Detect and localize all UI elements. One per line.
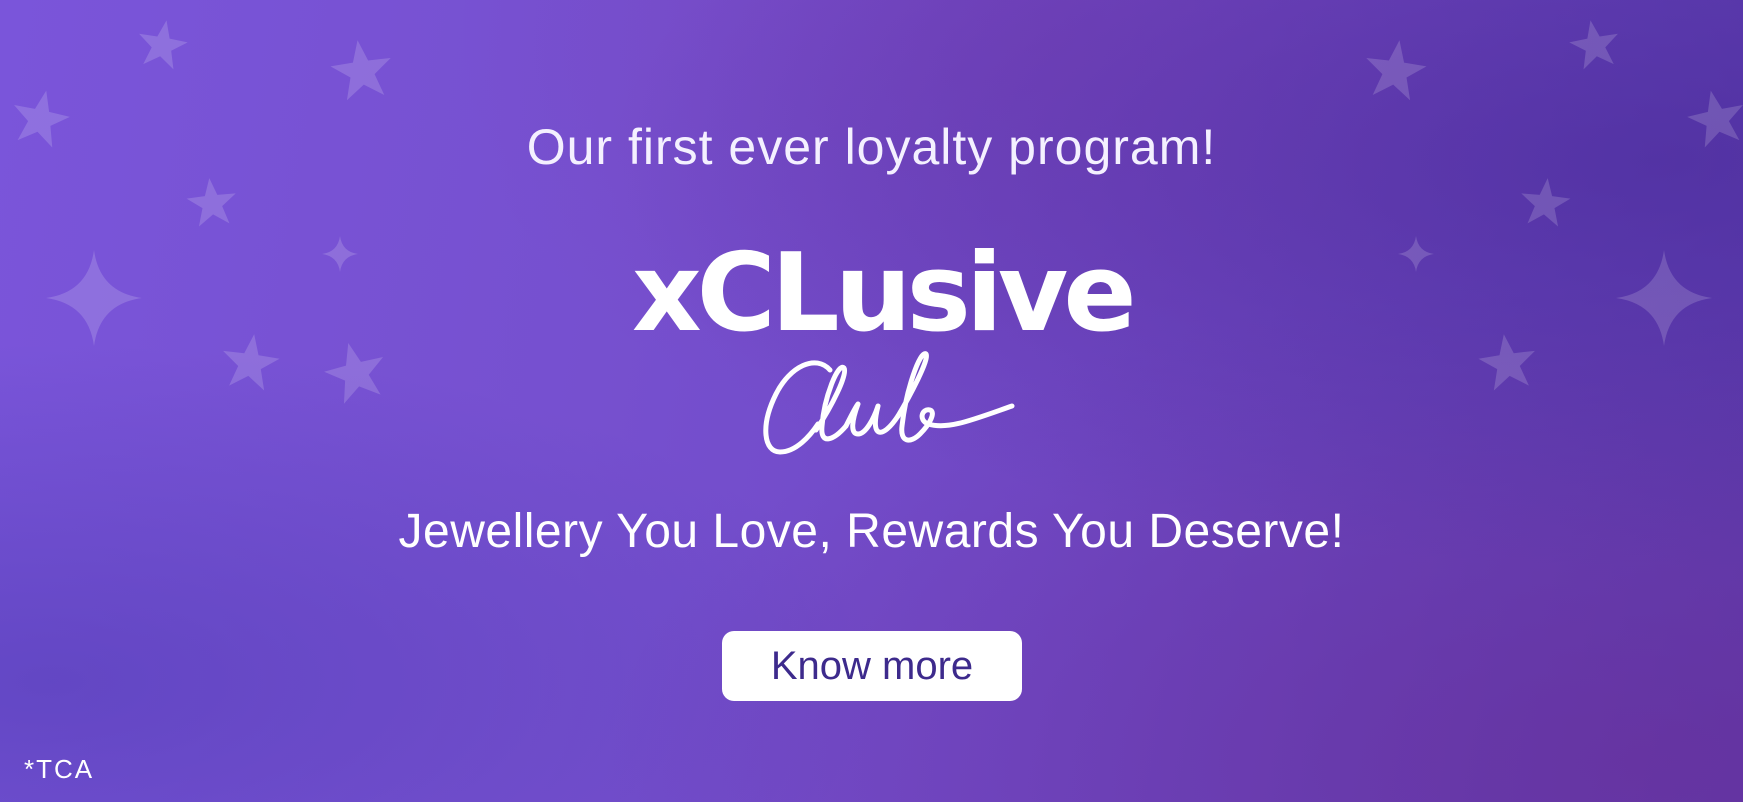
sparkle-star-icon xyxy=(1361,16,1743,393)
logo-wordmark: xCLusive xyxy=(632,231,1137,356)
logo-script-club xyxy=(763,351,1015,455)
loyalty-banner: Our first ever loyalty program! xCLusive… xyxy=(0,0,1743,802)
terms-footnote: *TCA xyxy=(24,754,95,784)
xclusive-club-logo: xCLusive xyxy=(620,240,1137,460)
tagline: Our first ever loyalty program! xyxy=(526,119,1217,175)
sparkle-star-icon xyxy=(7,16,396,407)
subtitle: Jewellery You Love, Rewards You Deserve! xyxy=(398,505,1345,558)
know-more-button[interactable]: Know more xyxy=(722,631,1022,701)
